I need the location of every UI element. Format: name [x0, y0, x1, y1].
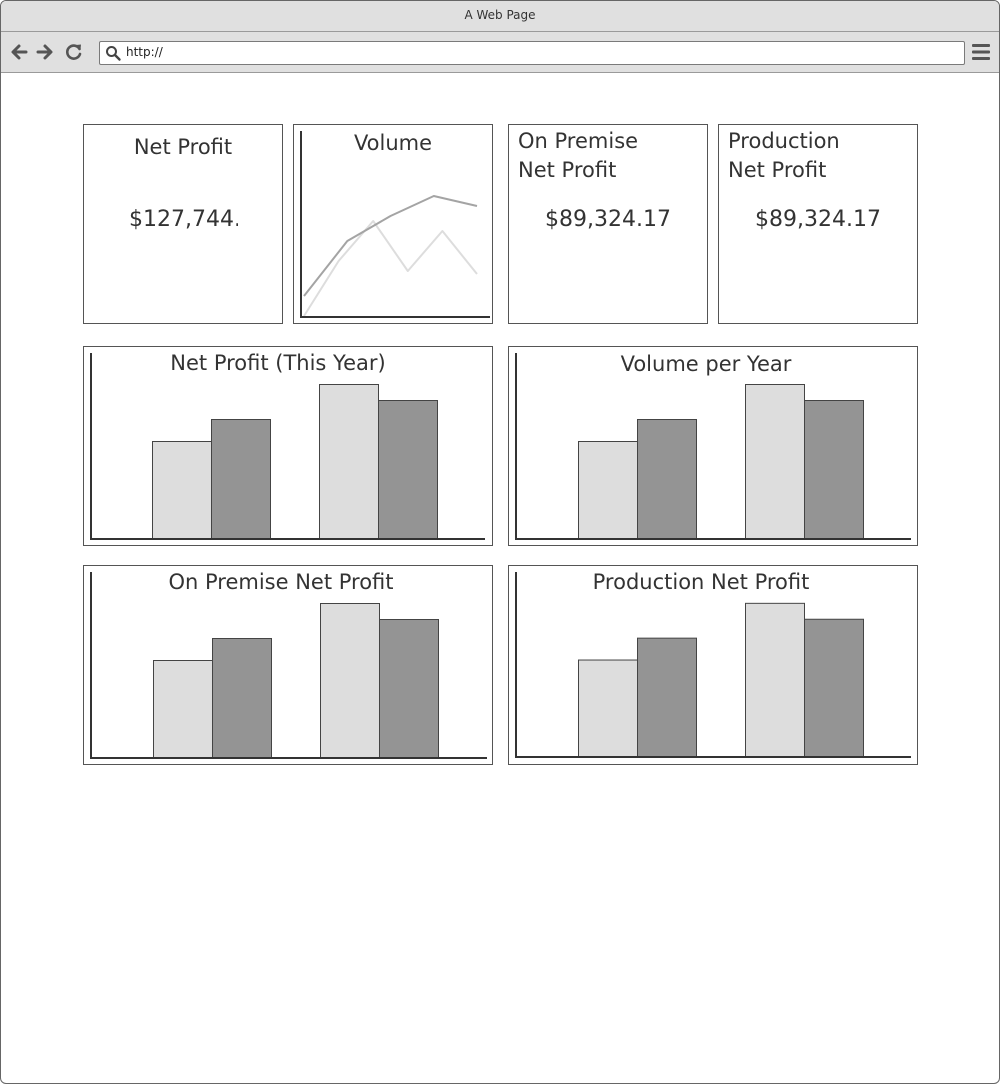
kpi-card-on-premise-net-profit: On Premise Net Profit $89,324.17: [508, 124, 708, 324]
reload-icon[interactable]: [64, 42, 84, 62]
hamburger-menu-icon[interactable]: [971, 43, 991, 61]
bar-group-1-series-2: [637, 637, 697, 757]
kpi-value: $127,744.: [129, 207, 238, 232]
bar-group-2-series-2: [378, 400, 438, 539]
kpi-title-line-2: Net Profit: [728, 158, 827, 182]
bar-group-1-series-1: [578, 659, 638, 757]
search-icon: [106, 46, 121, 61]
bar-group-1-series-1: [578, 441, 638, 539]
bar-group-2-series-1: [745, 602, 805, 758]
bar-group-1-series-1: [153, 660, 213, 758]
chart-panel-volume-per-year: Volume per Year: [508, 346, 918, 546]
production-net-profit-bar-chart: [515, 572, 911, 758]
bar-group-2-series-1: [745, 384, 805, 539]
bar-group-2-series-2: [804, 400, 864, 539]
kpi-title-line-1: On Premise: [518, 129, 639, 153]
chart-panel-net-profit-this-year: Net Profit (This Year): [83, 346, 493, 546]
on-premise-net-profit-bar-chart: [90, 572, 487, 759]
kpi-value: $89,324.17: [755, 207, 881, 232]
chart-panel-on-premise-net-profit: On Premise Net Profit: [83, 565, 493, 765]
bar-group-1-series-1: [152, 441, 212, 539]
volume-per-year-bar-chart: [515, 353, 911, 540]
address-bar[interactable]: [99, 41, 965, 65]
title-bar: A Web Page: [1, 1, 999, 32]
back-arrow-icon[interactable]: [9, 42, 29, 62]
forward-arrow-icon[interactable]: [35, 42, 55, 62]
kpi-card-volume: Volume: [293, 124, 493, 324]
bar-group-2-series-1: [319, 384, 379, 539]
volume-line-chart: [300, 131, 490, 318]
kpi-card-net-profit: Net Profit $127,744.: [83, 124, 283, 324]
chart-panel-production-net-profit: Production Net Profit: [508, 565, 918, 765]
kpi-title-line-1: Production: [728, 129, 840, 153]
window-title: A Web Page: [464, 8, 536, 22]
kpi-title-line-2: Net Profit: [518, 158, 617, 182]
bar-group-2-series-2: [379, 619, 439, 758]
browser-toolbar: [1, 32, 999, 73]
kpi-value: $89,324.17: [545, 207, 671, 232]
bar-group-2-series-1: [320, 603, 380, 758]
kpi-card-production-net-profit: Production Net Profit $89,324.17: [718, 124, 918, 324]
url-input[interactable]: [126, 44, 946, 60]
net-profit-bar-chart: [90, 353, 485, 540]
bar-group-1-series-2: [211, 419, 271, 539]
browser-window: A Web Page Net Profit $127,744.: [0, 0, 1000, 1084]
bar-group-1-series-2: [637, 419, 697, 539]
bar-group-2-series-2: [804, 618, 864, 758]
kpi-title: Net Profit: [133, 135, 233, 159]
bar-group-1-series-2: [212, 638, 272, 758]
line-series-2: [303, 220, 478, 317]
